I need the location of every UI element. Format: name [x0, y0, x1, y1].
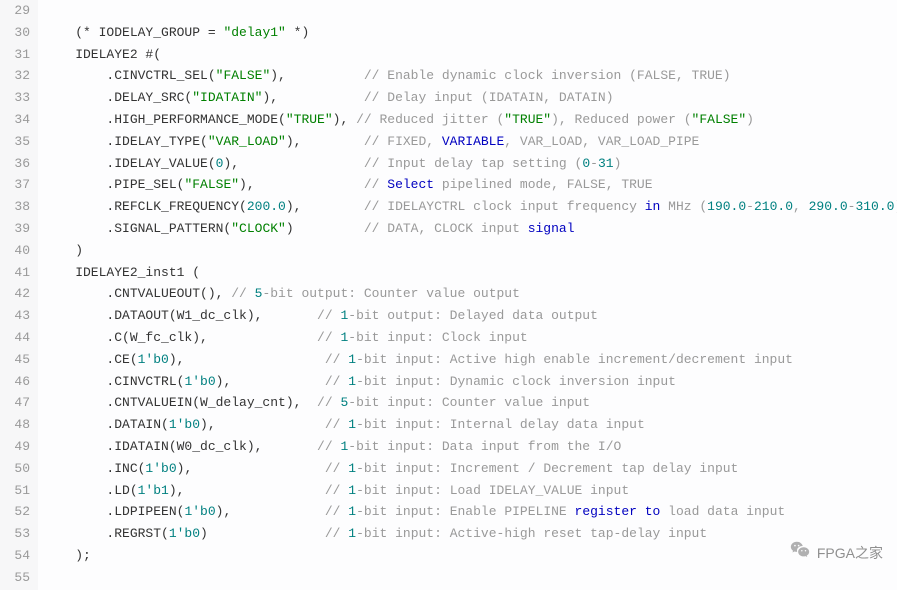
line-number: 31 [6, 44, 30, 66]
watermark: FPGA之家 [789, 539, 883, 568]
code-line [44, 567, 897, 589]
code-line: .DATAIN(1'b0), // 1-bit input: Internal … [44, 414, 897, 436]
code-line: .DATAOUT(W1_dc_clk), // 1-bit output: De… [44, 305, 897, 327]
line-number: 51 [6, 480, 30, 502]
code-line: (* IODELAY_GROUP = "delay1" *) [44, 22, 897, 44]
code-line: .IDELAY_VALUE(0), // Input delay tap set… [44, 153, 897, 175]
code-line: .DELAY_SRC("IDATAIN"), // Delay input (I… [44, 87, 897, 109]
line-number: 29 [6, 0, 30, 22]
watermark-label: FPGA之家 [817, 543, 883, 565]
line-number: 47 [6, 392, 30, 414]
code-line: .C(W_fc_clk), // 1-bit input: Clock inpu… [44, 327, 897, 349]
line-number-gutter: 2930313233343536373839404142434445464748… [0, 0, 38, 590]
line-number: 46 [6, 371, 30, 393]
code-area[interactable]: (* IODELAY_GROUP = "delay1" *) IDELAYE2 … [38, 0, 897, 590]
line-number: 39 [6, 218, 30, 240]
code-line: .LD(1'b1), // 1-bit input: Load IDELAY_V… [44, 480, 897, 502]
line-number: 52 [6, 501, 30, 523]
code-line: .CNTVALUEOUT(), // 5-bit output: Counter… [44, 283, 897, 305]
line-number: 45 [6, 349, 30, 371]
code-line [44, 0, 897, 22]
line-number: 40 [6, 240, 30, 262]
code-line: .IDELAY_TYPE("VAR_LOAD"), // FIXED, VARI… [44, 131, 897, 153]
line-number: 35 [6, 131, 30, 153]
line-number: 38 [6, 196, 30, 218]
code-line: .CE(1'b0), // 1-bit input: Active high e… [44, 349, 897, 371]
code-line: .INC(1'b0), // 1-bit input: Increment / … [44, 458, 897, 480]
line-number: 30 [6, 22, 30, 44]
code-line: .PIPE_SEL("FALSE"), // Select pipelined … [44, 174, 897, 196]
line-number: 33 [6, 87, 30, 109]
code-line: ) [44, 240, 897, 262]
line-number: 32 [6, 65, 30, 87]
wechat-icon [789, 539, 811, 568]
code-line: ); [44, 545, 897, 567]
code-line: .HIGH_PERFORMANCE_MODE("TRUE"), // Reduc… [44, 109, 897, 131]
line-number: 48 [6, 414, 30, 436]
code-line: .CINVCTRL(1'b0), // 1-bit input: Dynamic… [44, 371, 897, 393]
line-number: 44 [6, 327, 30, 349]
line-number: 41 [6, 262, 30, 284]
line-number: 37 [6, 174, 30, 196]
code-line: .IDATAIN(W0_dc_clk), // 1-bit input: Dat… [44, 436, 897, 458]
code-line: .CNTVALUEIN(W_delay_cnt), // 5-bit input… [44, 392, 897, 414]
line-number: 53 [6, 523, 30, 545]
line-number: 43 [6, 305, 30, 327]
code-line: IDELAYE2_inst1 ( [44, 262, 897, 284]
code-line: .REFCLK_FREQUENCY(200.0), // IDELAYCTRL … [44, 196, 897, 218]
code-line: .LDPIPEEN(1'b0), // 1-bit input: Enable … [44, 501, 897, 523]
line-number: 36 [6, 153, 30, 175]
code-line: .REGRST(1'b0) // 1-bit input: Active-hig… [44, 523, 897, 545]
line-number: 49 [6, 436, 30, 458]
code-line: IDELAYE2 #( [44, 44, 897, 66]
code-line: .SIGNAL_PATTERN("CLOCK") // DATA, CLOCK … [44, 218, 897, 240]
line-number: 42 [6, 283, 30, 305]
code-editor: 2930313233343536373839404142434445464748… [0, 0, 897, 590]
code-line: .CINVCTRL_SEL("FALSE"), // Enable dynami… [44, 65, 897, 87]
line-number: 54 [6, 545, 30, 567]
line-number: 55 [6, 567, 30, 589]
line-number: 50 [6, 458, 30, 480]
line-number: 34 [6, 109, 30, 131]
